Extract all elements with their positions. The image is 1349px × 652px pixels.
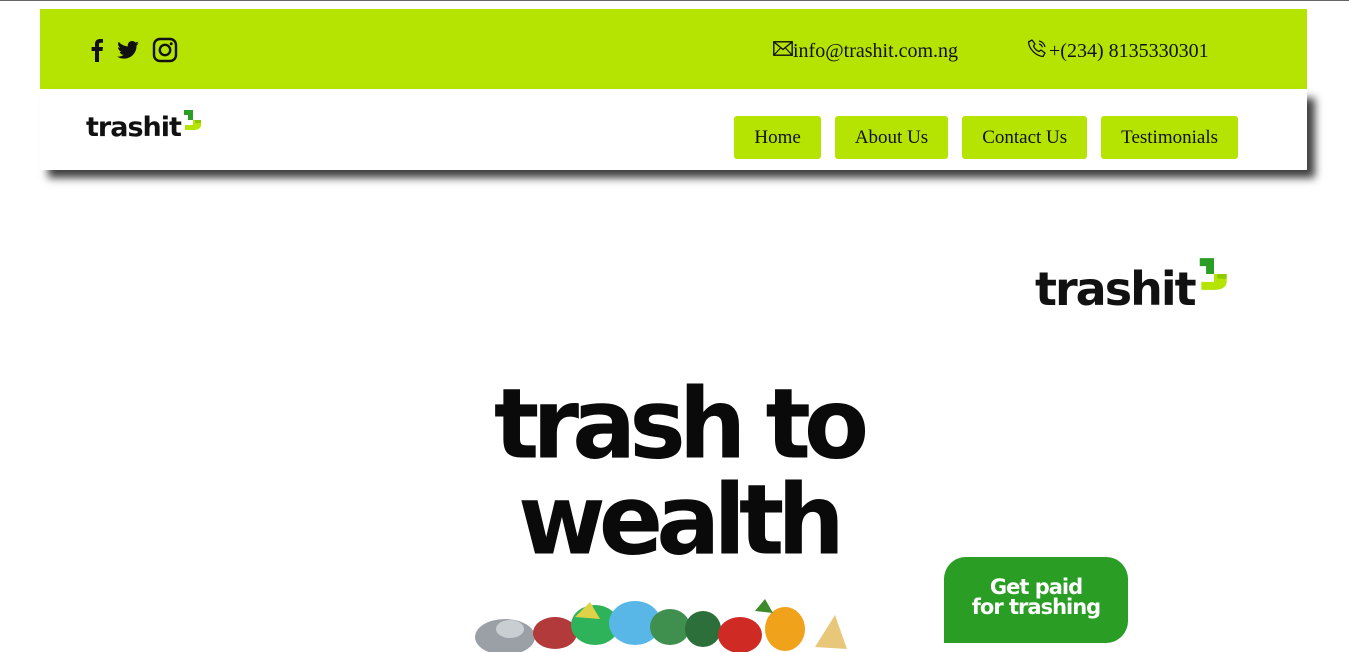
- trash-pile-illustration: [455, 597, 875, 652]
- phone-contact[interactable]: +(234) 8135330301: [1027, 38, 1209, 63]
- hero-logo-arrow-icon: [1195, 254, 1233, 299]
- cta-line2: for trashing: [971, 595, 1101, 619]
- instagram-icon[interactable]: [152, 37, 178, 63]
- nav-about-button[interactable]: About Us: [834, 116, 949, 159]
- facebook-icon[interactable]: [90, 38, 104, 62]
- top-contact-bar: info@trashit.com.ng +(234) 8135330301: [40, 9, 1307, 89]
- nav-testimonials-button[interactable]: Testimonials: [1101, 116, 1238, 159]
- email-text: info@trashit.com.ng: [793, 40, 959, 62]
- hero-logo-text: trashit: [1035, 262, 1197, 316]
- phone-icon: [1027, 38, 1049, 59]
- social-links: [90, 37, 178, 63]
- nav-home-button[interactable]: Home: [734, 116, 821, 159]
- header-logo[interactable]: trashit: [86, 108, 205, 143]
- hero-headline-line2: wealth: [518, 464, 845, 578]
- main-navbar: trashit Home About Us Contact Us Testimo…: [40, 90, 1307, 170]
- nav-contact-button[interactable]: Contact Us: [962, 116, 1088, 159]
- email-contact[interactable]: info@trashit.com.ng: [773, 40, 958, 63]
- cta-line1: Get paid: [989, 575, 1083, 599]
- phone-text: +(234) 8135330301: [1049, 40, 1209, 62]
- hero-headline-line1: trash to: [493, 368, 869, 482]
- twitter-icon[interactable]: [117, 41, 139, 59]
- logo-arrow-icon: [181, 108, 205, 137]
- main-nav: Home About Us Contact Us Testimonials: [734, 116, 1238, 159]
- page: info@trashit.com.ng +(234) 8135330301 tr…: [0, 0, 1349, 652]
- hero-headline: trash to wealth: [478, 368, 878, 578]
- get-paid-badge[interactable]: Get paid for trashing: [944, 557, 1128, 643]
- envelope-icon: [773, 41, 793, 56]
- hero-logo: trashit: [1035, 254, 1233, 316]
- header-logo-text: trashit: [86, 112, 182, 143]
